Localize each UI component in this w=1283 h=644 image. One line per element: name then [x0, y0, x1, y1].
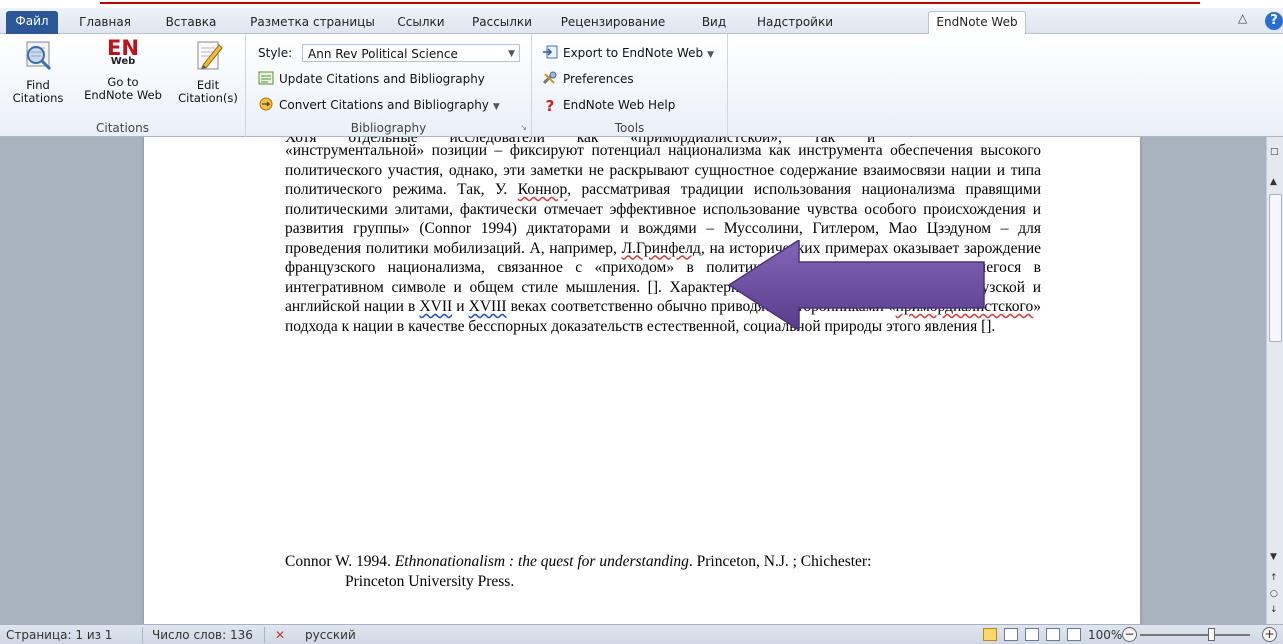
export-label: Export to EndNote Web	[563, 46, 704, 60]
grammar-flagged-word: XVIII	[468, 298, 507, 315]
style-row: Style: Ann Rev Political Science ▼	[258, 44, 521, 62]
grammar-flagged-word: XVII	[419, 298, 453, 315]
bib-author-year: Connor W. 1994.	[285, 553, 395, 570]
convert-dropdown-icon: ▼	[492, 102, 500, 112]
draft-view-icon[interactable]	[1067, 628, 1081, 641]
style-label: Style:	[258, 46, 293, 60]
question-icon: ?	[545, 97, 555, 115]
web-layout-icon[interactable]	[1025, 628, 1039, 641]
preferences-label: Preferences	[563, 72, 634, 86]
full-screen-reading-icon[interactable]	[1004, 628, 1018, 641]
status-bar: Страница: 1 из 1 Число слов: 136 ✕ русск…	[0, 624, 1283, 644]
convert-icon	[259, 97, 273, 111]
vertical-scrollbar[interactable]: □ ▲ ▼ ↑ ○ ↓	[1266, 137, 1283, 624]
preferences-button[interactable]: Preferences	[542, 70, 634, 88]
citations-label: Citation(s)	[178, 91, 238, 105]
find-citations-button[interactable]: Find Citations	[2, 39, 74, 105]
ribbon-tab-bar: Файл Главная Вставка Разметка страницы С…	[0, 8, 1283, 35]
endnote-logo-icon: EN Web	[107, 36, 139, 67]
bibliography-group: Style: Ann Rev Political Science ▼ Updat…	[246, 34, 532, 137]
title-strip	[0, 0, 1283, 8]
scroll-down-icon[interactable]: ▼	[1270, 552, 1277, 562]
page-count[interactable]: Страница: 1 из 1	[6, 628, 112, 642]
next-page-icon[interactable]: ↓	[1270, 605, 1278, 615]
tab-references[interactable]: Ссылки	[386, 12, 456, 34]
bib-title: Ethnonationalism : the quest for underst…	[394, 553, 689, 570]
outline-view-icon[interactable]	[1046, 628, 1060, 641]
zoom-in-icon[interactable]: +	[1262, 627, 1277, 642]
chevron-down-icon: ▼	[508, 49, 516, 59]
text-run: и	[452, 298, 469, 315]
divider	[142, 627, 143, 643]
zoom-out-icon[interactable]: −	[1122, 627, 1137, 642]
tab-addins[interactable]: Надстройки	[745, 12, 845, 34]
preferences-icon	[542, 71, 557, 85]
bibliography-group-label: Bibliography	[350, 121, 427, 135]
update-label: Update Citations and Bibliography	[279, 72, 485, 86]
document-area: Хотя отдельные исследователи как «примор…	[0, 137, 1266, 624]
zoom-slider-knob[interactable]	[1208, 628, 1215, 641]
scroll-up-icon[interactable]: ▲	[1270, 177, 1277, 187]
bibliography-entry: Connor W. 1994. Ethnonationalism : the q…	[285, 552, 1065, 591]
export-dropdown-icon: ▼	[707, 50, 715, 60]
tab-endnote-web[interactable]: EndNote Web	[928, 11, 1026, 35]
tools-group: Export to EndNote Web ▼ Preferences ? EndN…	[532, 34, 728, 137]
ruler-toggle-icon[interactable]: □	[1270, 147, 1279, 157]
export-icon	[543, 45, 558, 59]
find-citations-label: Find Citations	[12, 78, 64, 105]
style-select[interactable]: Ann Rev Political Science ▼	[302, 44, 521, 62]
left-arrow-overlay	[729, 240, 985, 330]
tab-view[interactable]: Вид	[688, 12, 740, 34]
edit-citations-button[interactable]: Edit Citation(s)	[172, 39, 244, 105]
style-value: Ann Rev Political Science	[308, 47, 458, 61]
endnote-help-button[interactable]: ? EndNote Web Help	[542, 96, 676, 115]
citations-group: Find Citations EN Web Go to EndNote Web …	[0, 34, 246, 137]
go-to-endnote-web-button[interactable]: EN Web Go to EndNote Web	[78, 36, 168, 102]
endnote-web-label: EndNote Web	[84, 88, 162, 102]
convert-label: Convert Citations and Bibliography	[279, 98, 489, 112]
bib-place: . Princeton, N.J. ; Chichester:	[688, 553, 872, 570]
prev-page-icon[interactable]: ↑	[1270, 573, 1278, 583]
update-icon	[258, 71, 274, 85]
language-indicator[interactable]: русский	[305, 628, 356, 642]
divider	[264, 627, 265, 643]
convert-citations-button[interactable]: Convert Citations and Bibliography ▼	[258, 96, 500, 114]
tab-review[interactable]: Рецензирование	[548, 12, 678, 34]
ribbon: Find Citations EN Web Go to EndNote Web …	[0, 34, 1283, 137]
tab-page-layout[interactable]: Разметка страницы	[245, 12, 380, 34]
bib-publisher: Princeton University Press.	[345, 572, 515, 590]
tab-home[interactable]: Главная	[70, 12, 140, 34]
minimize-ribbon-icon[interactable]: △	[1238, 11, 1247, 25]
print-layout-view-icon[interactable]	[983, 628, 997, 641]
scrollbar-thumb[interactable]	[1269, 194, 1282, 342]
dialog-launcher-icon[interactable]: ↘	[520, 123, 527, 132]
help-icon[interactable]: ?	[1265, 12, 1283, 30]
edit-pencil-icon	[197, 41, 223, 70]
update-citations-button[interactable]: Update Citations and Bibliography	[258, 70, 485, 88]
tools-group-label: Tools	[614, 121, 645, 135]
help-label: EndNote Web Help	[563, 98, 676, 112]
zoom-slider-track[interactable]	[1140, 634, 1250, 636]
citations-group-label: Citations	[95, 121, 149, 135]
tab-file[interactable]: Файл	[6, 11, 58, 34]
word-count[interactable]: Число слов: 136	[152, 628, 253, 642]
proofing-error-icon[interactable]: ✕	[275, 628, 285, 642]
spell-flagged-word: Коннор	[517, 181, 568, 198]
red-rule	[100, 2, 1200, 4]
spell-flagged-word: Л.Гринфелд	[621, 239, 701, 257]
tab-insert[interactable]: Вставка	[150, 12, 232, 34]
zoom-level[interactable]: 100%	[1088, 628, 1122, 642]
browse-object-icon[interactable]: ○	[1270, 589, 1278, 599]
export-button[interactable]: Export to EndNote Web ▼	[542, 44, 714, 62]
document-page[interactable]: Хотя отдельные исследователи как «примор…	[144, 137, 1140, 624]
tab-mailings[interactable]: Рассылки	[462, 12, 542, 34]
find-citations-icon	[26, 41, 52, 71]
